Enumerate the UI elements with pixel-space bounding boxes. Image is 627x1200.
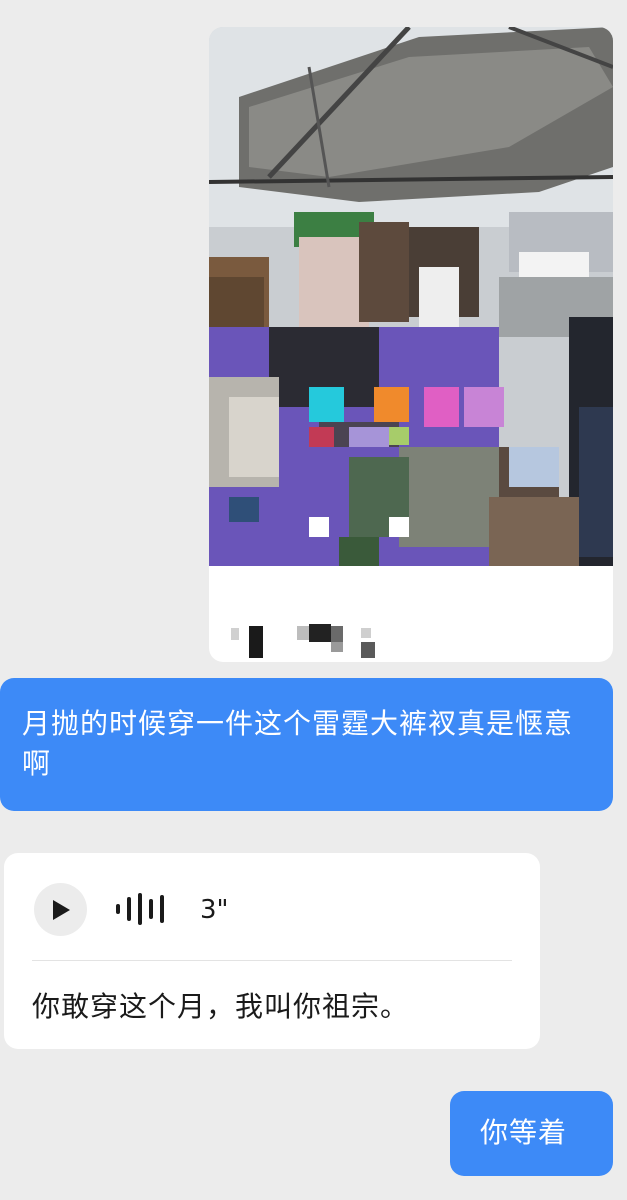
reply-message-text: 你等着 bbox=[480, 1116, 568, 1149]
play-icon bbox=[52, 899, 70, 920]
waveform-icon bbox=[116, 893, 164, 925]
voice-duration: 3" bbox=[200, 895, 229, 925]
voice-message-bubble[interactable]: 3" 你敢穿这个月，我叫你祖宗。 bbox=[4, 853, 540, 1049]
image-message[interactable] bbox=[209, 27, 613, 662]
chat-conversation: 月抛的时候穿一件这个雷霆大裤衩真是惬意啊 3" 你敢穿这个月，我叫你祖宗。 你等… bbox=[0, 0, 627, 1200]
caption-blurred bbox=[231, 624, 375, 658]
voice-transcript: 你敢穿这个月，我叫你祖宗。 bbox=[32, 990, 410, 1023]
sent-message-text: 月抛的时候穿一件这个雷霆大裤衩真是惬意啊 bbox=[22, 707, 574, 780]
photo-image[interactable] bbox=[209, 27, 613, 566]
sent-message-bubble[interactable]: 月抛的时候穿一件这个雷霆大裤衩真是惬意啊 bbox=[0, 678, 613, 811]
reply-message-bubble[interactable]: 你等着 bbox=[450, 1091, 613, 1176]
play-button[interactable] bbox=[34, 883, 87, 936]
divider bbox=[32, 960, 512, 961]
